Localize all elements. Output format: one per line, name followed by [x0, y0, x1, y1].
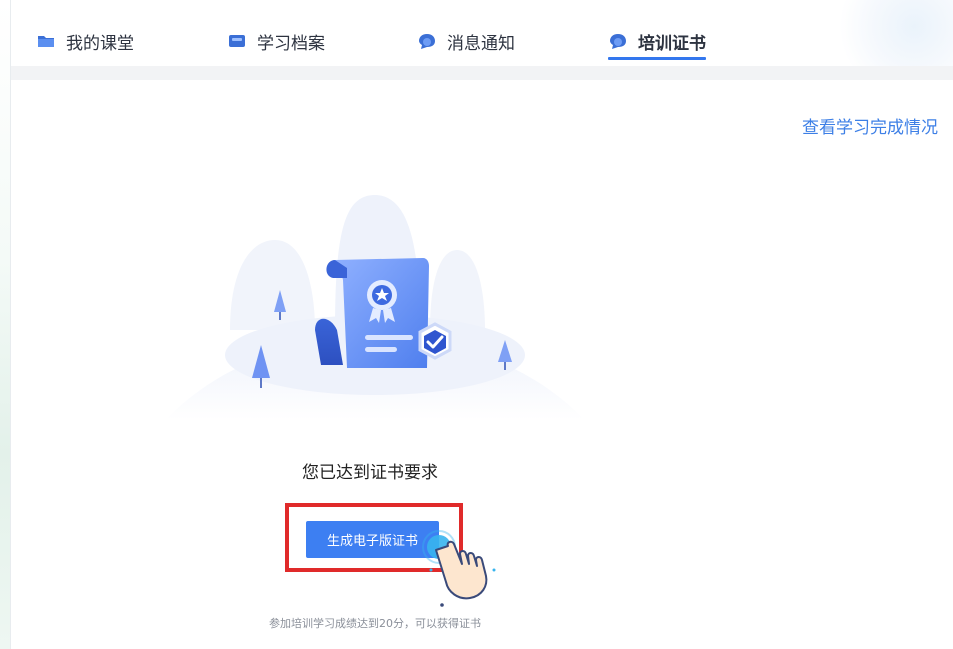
header-decoration: [823, 0, 953, 66]
tab-my-classroom[interactable]: 我的课堂: [36, 27, 134, 55]
certificate-illustration: [165, 195, 585, 420]
certificate-icon: [610, 34, 626, 49]
folder-icon: [38, 36, 54, 47]
tab-label: 我的课堂: [66, 33, 134, 54]
tab-label: 学习档案: [257, 33, 325, 54]
tab-bar-divider: [11, 66, 953, 80]
tab-study-archive[interactable]: 学习档案: [227, 27, 325, 55]
tab-notifications[interactable]: 消息通知: [417, 27, 515, 55]
pointer-hand-icon: [422, 530, 496, 607]
archive-icon: [229, 35, 245, 47]
tab-label: 培训证书: [638, 33, 706, 54]
message-icon: [419, 34, 435, 49]
top-tab-bar: 我的课堂 学习档案 消息通知 培训证书: [11, 0, 953, 66]
tab-label: 消息通知: [447, 33, 515, 54]
view-progress-link[interactable]: 查看学习完成情况: [802, 113, 938, 138]
active-tab-indicator: [608, 57, 706, 60]
tab-training-certificate[interactable]: 培训证书: [608, 27, 706, 60]
generate-certificate-button[interactable]: 生成电子版证书: [306, 521, 439, 558]
certificate-hint-text: 参加培训学习成绩达到20分，可以获得证书: [269, 617, 481, 630]
certificate-status-text: 您已达到证书要求: [302, 463, 438, 483]
left-edge-background: [0, 0, 11, 649]
